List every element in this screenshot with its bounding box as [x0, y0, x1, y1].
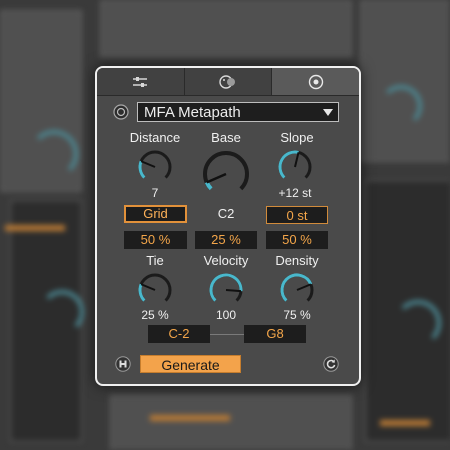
preset-name: MFA Metapath [144, 104, 241, 121]
generate-button[interactable]: Generate [140, 355, 241, 373]
dice-icon [219, 74, 235, 89]
knob-value-arc [209, 273, 243, 302]
device-panel: MFA Metapath Distance Base Slope 7 +12 s… [95, 66, 361, 386]
knob-pointer [206, 172, 227, 184]
base-value: C2 [217, 206, 235, 221]
density-value: 75 % [283, 308, 311, 322]
base-knob[interactable] [198, 148, 254, 198]
knob-value-arc [138, 283, 146, 302]
density-knob[interactable] [278, 271, 316, 309]
slope-percent-box[interactable]: 50 % [266, 231, 328, 249]
tab-target[interactable] [272, 68, 359, 95]
velocity-label: Velocity [203, 253, 249, 268]
slope-st-box[interactable]: 0 st [266, 206, 328, 224]
knob-pointer [140, 160, 156, 168]
preset-row: MFA Metapath [113, 102, 341, 124]
distance-knob[interactable] [136, 148, 174, 186]
range-high-box[interactable]: G8 [244, 325, 306, 343]
base-percent-box[interactable]: 25 % [195, 231, 257, 249]
base-label: Base [211, 130, 241, 145]
knob-pointer [225, 289, 242, 293]
knob-pointer [294, 152, 300, 168]
tie-value: 25 % [141, 308, 169, 322]
refresh-icon[interactable] [323, 356, 339, 372]
range-low-box[interactable]: C-2 [148, 325, 210, 343]
slope-knob[interactable] [276, 148, 314, 186]
velocity-value: 100 [215, 308, 237, 322]
sliders-icon [133, 76, 148, 87]
preset-power-icon[interactable] [113, 104, 129, 120]
knob-pointer [296, 283, 312, 291]
knob-value-arc [280, 273, 313, 302]
knob-pointer [140, 283, 156, 291]
distance-label: Distance [129, 130, 181, 145]
tab-sliders[interactable] [97, 68, 185, 95]
distance-value: 7 [151, 186, 159, 200]
knob-value-arc [138, 160, 146, 179]
link-icon[interactable] [115, 356, 131, 372]
knob-track [203, 151, 249, 191]
tab-bar [97, 68, 359, 96]
distance-percent-box[interactable]: 50 % [124, 231, 187, 249]
knob-track [138, 273, 172, 302]
velocity-knob[interactable] [207, 271, 245, 309]
grid-button[interactable]: Grid [124, 205, 187, 223]
knob-track [138, 150, 172, 179]
density-label: Density [275, 253, 319, 268]
range-connector [210, 334, 244, 335]
chevron-down-icon [323, 109, 333, 116]
slope-value: +12 st [278, 186, 312, 200]
preset-dropdown[interactable]: MFA Metapath [137, 102, 339, 122]
slope-label: Slope [280, 130, 314, 145]
tie-knob[interactable] [136, 271, 174, 309]
tie-label: Tie [146, 253, 164, 268]
tab-dice[interactable] [184, 68, 273, 95]
target-icon [308, 74, 323, 89]
